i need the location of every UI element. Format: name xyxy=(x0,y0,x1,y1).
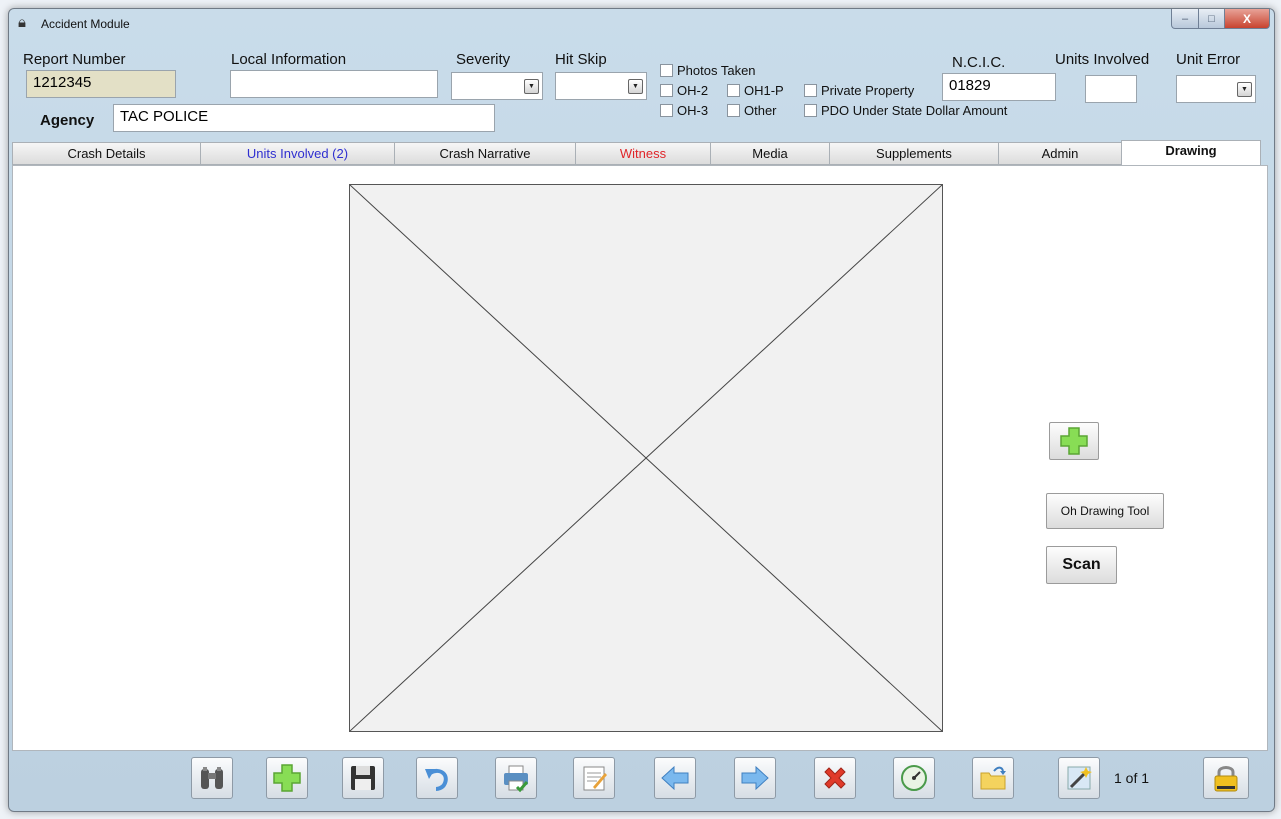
checkbox-box xyxy=(660,104,673,117)
chevron-down-icon: ▼ xyxy=(524,79,539,94)
wizard-button[interactable] xyxy=(1058,757,1100,799)
minimize-button[interactable]: – xyxy=(1171,9,1199,29)
window-title: Accident Module xyxy=(41,17,130,31)
maximize-button[interactable]: □ xyxy=(1199,9,1225,29)
report-number-field[interactable]: 1212345 xyxy=(26,70,176,98)
placeholder-cross-icon xyxy=(350,185,942,731)
tab-admin[interactable]: Admin xyxy=(998,142,1122,165)
add-drawing-button[interactable] xyxy=(1049,422,1099,460)
forward-arrow-icon xyxy=(741,765,769,791)
hit-skip-label: Hit Skip xyxy=(555,51,607,68)
checkbox-box xyxy=(804,104,817,117)
scan-button[interactable]: Scan xyxy=(1046,546,1117,584)
tab-bar: Crash Details Units Involved (2) Crash N… xyxy=(12,140,1268,166)
save-icon xyxy=(351,766,375,790)
oh3-checkbox[interactable]: OH-3 xyxy=(660,103,708,118)
title-bar: 🔒︎ Accident Module – □ X xyxy=(9,9,1274,37)
app-icon: 🔒︎ xyxy=(18,14,26,31)
local-information-label: Local Information xyxy=(231,51,347,68)
close-button[interactable]: X xyxy=(1225,9,1270,29)
report-number-label: Report Number xyxy=(23,51,126,68)
bottom-toolbar: 1 of 1 xyxy=(9,751,1274,811)
save-button[interactable] xyxy=(342,757,384,799)
tab-supplements[interactable]: Supplements xyxy=(829,142,999,165)
oh3-label: OH-3 xyxy=(677,103,709,118)
tab-witness[interactable]: Witness xyxy=(575,142,711,165)
search-button[interactable] xyxy=(191,757,233,799)
lock-icon xyxy=(1214,766,1238,792)
checkbox-box xyxy=(727,84,740,97)
other-checkbox[interactable]: Other xyxy=(727,103,777,118)
hit-skip-select[interactable]: ▼ xyxy=(555,72,647,100)
oh1p-label: OH1-P xyxy=(744,83,784,98)
dashboard-button[interactable] xyxy=(893,757,935,799)
add-button[interactable] xyxy=(266,757,308,799)
checkbox-box xyxy=(660,84,673,97)
drawing-placeholder[interactable] xyxy=(349,184,943,732)
unit-error-label: Unit Error xyxy=(1176,51,1241,68)
wand-icon xyxy=(1067,766,1092,790)
plus-icon xyxy=(1060,427,1088,455)
print-icon xyxy=(504,765,529,793)
tab-crash-details[interactable]: Crash Details xyxy=(12,142,201,165)
checkbox-box xyxy=(727,104,740,117)
minimize-icon: – xyxy=(1181,12,1189,25)
photos-taken-label: Photos Taken xyxy=(677,63,756,78)
notes-button[interactable] xyxy=(573,757,615,799)
next-button[interactable] xyxy=(734,757,776,799)
agency-field[interactable]: TAC POLICE xyxy=(113,104,495,132)
ncic-label: N.C.I.C. xyxy=(952,54,1006,71)
close-icon: X xyxy=(1242,11,1251,26)
chevron-down-icon: ▼ xyxy=(628,79,643,94)
folder-icon xyxy=(980,766,1006,790)
severity-select[interactable]: ▼ xyxy=(451,72,543,100)
drawing-tool-button[interactable]: Oh Drawing Tool xyxy=(1046,493,1164,529)
tab-units-involved[interactable]: Units Involved (2) xyxy=(200,142,395,165)
print-button[interactable] xyxy=(495,757,537,799)
other-label: Other xyxy=(744,103,777,118)
window-controls: – □ X xyxy=(1171,9,1270,29)
back-arrow-icon xyxy=(661,765,689,791)
drawing-panel: Oh Drawing Tool Scan xyxy=(12,165,1268,751)
binoculars-icon xyxy=(201,767,223,789)
pdo-checkbox[interactable]: PDO Under State Dollar Amount xyxy=(804,103,1007,118)
ncic-field[interactable]: 01829 xyxy=(942,73,1056,101)
chevron-down-icon: ▼ xyxy=(1237,82,1252,97)
lock-button[interactable] xyxy=(1203,757,1249,799)
photos-taken-checkbox[interactable]: Photos Taken xyxy=(660,63,756,78)
delete-icon xyxy=(824,767,846,789)
units-involved-field[interactable] xyxy=(1085,75,1137,103)
oh2-label: OH-2 xyxy=(677,83,709,98)
open-folder-button[interactable] xyxy=(972,757,1014,799)
tab-drawing[interactable]: Drawing xyxy=(1121,140,1261,166)
add-icon xyxy=(273,764,301,792)
oh1p-checkbox[interactable]: OH1-P xyxy=(727,83,784,98)
local-information-field[interactable] xyxy=(230,70,438,98)
checkbox-box xyxy=(660,64,673,77)
tab-crash-narrative[interactable]: Crash Narrative xyxy=(394,142,576,165)
notepad-icon xyxy=(583,766,607,791)
page-indicator: 1 of 1 xyxy=(1114,770,1150,786)
private-property-checkbox[interactable]: Private Property xyxy=(804,83,914,98)
agency-label: Agency xyxy=(40,112,95,129)
pdo-label: PDO Under State Dollar Amount xyxy=(821,103,1008,118)
maximize-icon: □ xyxy=(1208,12,1215,25)
delete-button[interactable] xyxy=(814,757,856,799)
undo-icon xyxy=(425,768,448,791)
units-involved-label: Units Involved xyxy=(1055,51,1150,68)
checkbox-box xyxy=(804,84,817,97)
accident-module-window: 🔒︎ Accident Module – □ X Report Number 1… xyxy=(8,8,1275,812)
gauge-icon xyxy=(901,765,927,791)
oh2-checkbox[interactable]: OH-2 xyxy=(660,83,708,98)
tab-media[interactable]: Media xyxy=(710,142,830,165)
previous-button[interactable] xyxy=(654,757,696,799)
unit-error-select[interactable]: ▼ xyxy=(1176,75,1256,103)
undo-button[interactable] xyxy=(416,757,458,799)
severity-label: Severity xyxy=(456,51,511,68)
private-property-label: Private Property xyxy=(821,83,915,98)
